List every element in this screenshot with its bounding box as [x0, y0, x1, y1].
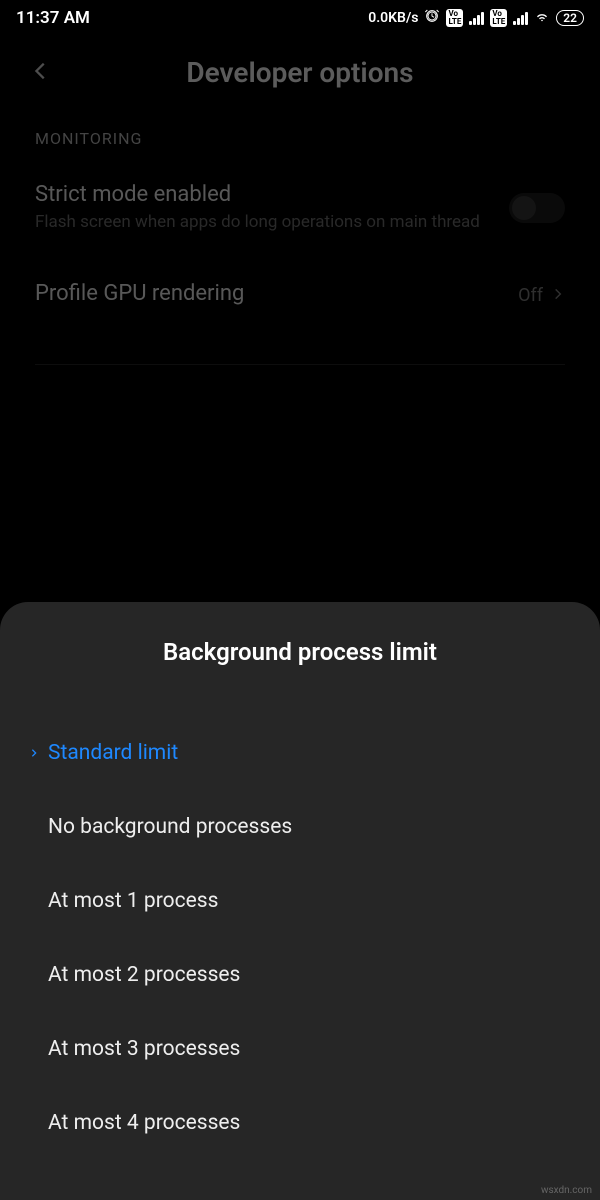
option-at-most-1[interactable]: At most 1 process	[0, 864, 600, 938]
setting-strict-mode[interactable]: Strict mode enabled Flash screen when ap…	[0, 158, 600, 257]
gpu-value: Off	[518, 285, 543, 306]
setting-text: Strict mode enabled Flash screen when ap…	[35, 182, 509, 233]
status-time: 11:37 AM	[16, 8, 90, 28]
setting-text: Profile GPU rendering	[35, 281, 518, 310]
chevron-right-icon	[551, 285, 565, 306]
sheet-title: Background process limit	[0, 638, 600, 666]
setting-title: Strict mode enabled	[35, 182, 489, 207]
status-bar: 11:37 AM 0.0KB/s VoLTE VoLTE 22	[0, 0, 600, 36]
selected-indicator-icon	[24, 746, 44, 760]
section-label-monitoring: MONITORING	[0, 119, 600, 158]
option-label: No background processes	[44, 815, 292, 839]
wifi-icon	[534, 8, 550, 28]
volte-icon-1: VoLTE	[446, 9, 463, 27]
setting-desc: Flash screen when apps do long operation…	[35, 211, 489, 233]
status-right: 0.0KB/s VoLTE VoLTE 22	[368, 8, 584, 28]
option-label: Standard limit	[44, 741, 178, 765]
data-rate: 0.0KB/s	[368, 10, 418, 26]
signal-icon-2	[513, 11, 528, 25]
setting-value: Off	[518, 285, 565, 306]
option-at-most-2[interactable]: At most 2 processes	[0, 938, 600, 1012]
option-no-background[interactable]: No background processes	[0, 790, 600, 864]
option-at-most-4[interactable]: At most 4 processes	[0, 1086, 600, 1160]
page-header: Developer options	[0, 36, 600, 119]
option-label: At most 3 processes	[44, 1037, 240, 1061]
signal-icon-1	[469, 11, 484, 25]
volte-icon-2: VoLTE	[490, 9, 507, 27]
option-standard-limit[interactable]: Standard limit	[0, 716, 600, 790]
setting-title: Profile GPU rendering	[35, 281, 498, 306]
strict-mode-toggle[interactable]	[509, 193, 565, 223]
battery-icon: 22	[556, 10, 584, 26]
setting-gpu-rendering[interactable]: Profile GPU rendering Off	[0, 257, 600, 334]
option-at-most-3[interactable]: At most 3 processes	[0, 1012, 600, 1086]
divider	[35, 364, 565, 365]
watermark: wsxdn.com	[541, 1185, 592, 1196]
page-title: Developer options	[20, 56, 580, 89]
bottom-sheet: Background process limit Standard limit …	[0, 602, 600, 1200]
option-label: At most 1 process	[44, 889, 218, 913]
option-label: At most 4 processes	[44, 1111, 240, 1135]
option-label: At most 2 processes	[44, 963, 240, 987]
back-button[interactable]	[30, 60, 52, 86]
alarm-icon	[424, 8, 440, 28]
